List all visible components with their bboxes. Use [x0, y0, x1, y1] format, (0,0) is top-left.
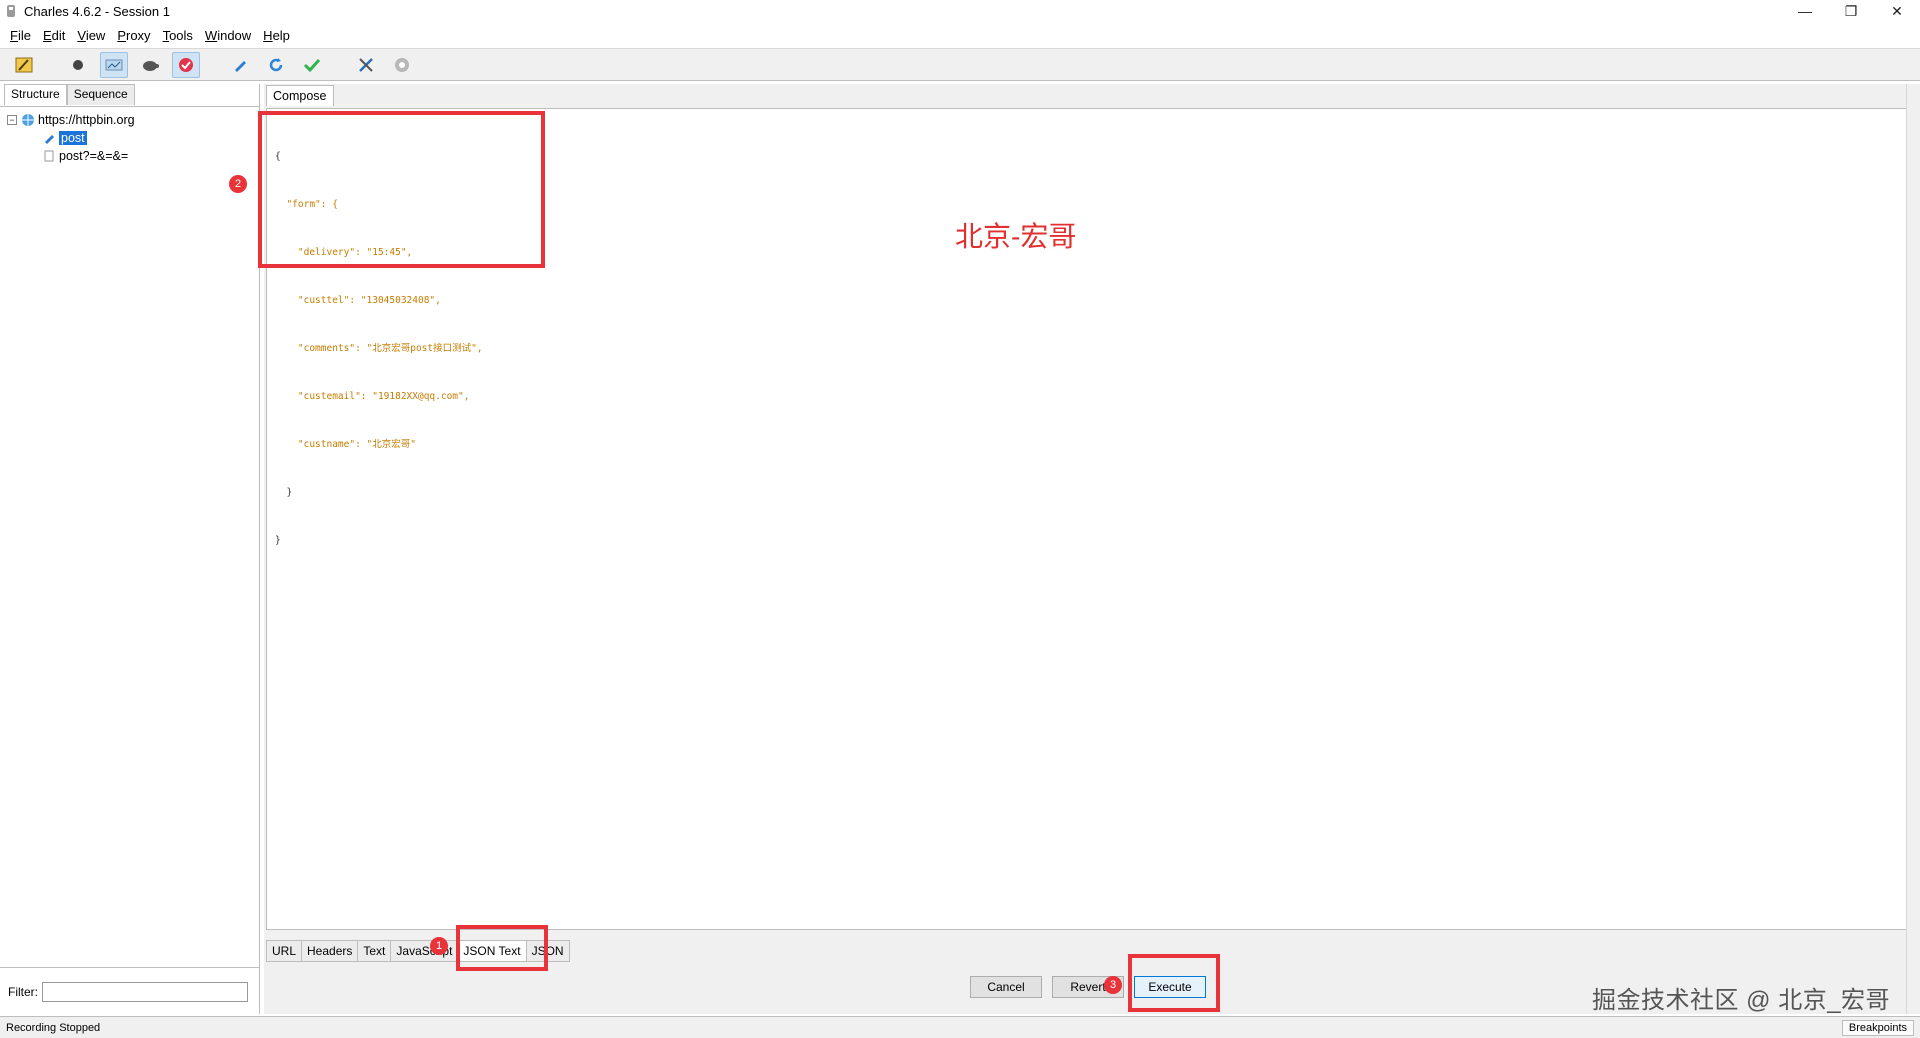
tree-item-post[interactable]: post — [59, 131, 87, 145]
menu-help[interactable]: Help — [257, 28, 296, 43]
tree-item-post-query[interactable]: post?=&=&= — [59, 149, 128, 163]
broom-icon[interactable] — [10, 52, 38, 78]
toolbar — [0, 48, 1920, 81]
refresh-icon[interactable] — [262, 52, 290, 78]
annotation-badge-3: 3 — [1104, 976, 1122, 994]
tab-compose[interactable]: Compose — [266, 85, 334, 106]
annotation-box-json-text-tab — [456, 925, 548, 971]
breakpoints-indicator[interactable]: Breakpoints — [1841, 1019, 1914, 1036]
json-line: } — [275, 535, 281, 546]
tree-row-post[interactable]: post — [0, 129, 259, 147]
json-line: "custname": "北京宏哥" — [275, 439, 416, 450]
breakpoint-icon[interactable] — [172, 51, 200, 78]
charles-app-icon — [4, 4, 18, 18]
json-line: "custtel": "13045032408", — [275, 295, 441, 306]
record-icon[interactable] — [64, 52, 92, 78]
json-line: "comments": "北京宏哥post接口测试", — [275, 343, 483, 354]
recording-status: Recording Stopped — [6, 1021, 101, 1034]
annotation-badge-1: 1 — [430, 937, 448, 955]
structure-tree: − https://httpbin.org post post?=&=&= — [0, 106, 259, 968]
cancel-button[interactable]: Cancel — [970, 976, 1042, 998]
globe-icon — [21, 113, 35, 127]
tab-url[interactable]: URL — [266, 940, 303, 962]
menu-tools[interactable]: Tools — [157, 28, 199, 43]
menu-edit[interactable]: Edit — [37, 28, 71, 43]
close-button[interactable]: ✕ — [1874, 0, 1920, 22]
tree-row-post-query[interactable]: post?=&=&= — [0, 147, 259, 165]
settings-gear-icon[interactable] — [388, 52, 416, 78]
window-title: Charles 4.6.2 - Session 1 — [24, 3, 170, 19]
restore-button[interactable]: ❐ — [1828, 0, 1874, 22]
vertical-scrollbar[interactable] — [1906, 84, 1920, 1014]
minimize-button[interactable]: — — [1782, 0, 1828, 22]
host-label: https://httpbin.org — [38, 113, 135, 127]
menu-window[interactable]: Window — [199, 28, 257, 43]
menu-bar: File Edit View Proxy Tools Window Help — [0, 24, 296, 46]
menu-view[interactable]: View — [71, 28, 111, 43]
annotation-box-json — [258, 111, 545, 268]
tree-row-host[interactable]: − https://httpbin.org — [0, 111, 259, 129]
status-bar: Recording Stopped Breakpoints — [0, 1016, 1920, 1038]
compose-pen-icon — [42, 131, 56, 145]
turtle-icon[interactable] — [136, 52, 164, 78]
tools-icon[interactable] — [352, 52, 380, 78]
title-bar: Charles 4.6.2 - Session 1 — ❐ ✕ — [0, 0, 1920, 22]
filter-label: Filter: — [8, 985, 38, 999]
overlay-author-text: 北京-宏哥 — [955, 221, 1077, 252]
throttle-icon[interactable] — [100, 51, 128, 78]
collapse-icon[interactable]: − — [7, 115, 17, 125]
menu-file[interactable]: File — [4, 28, 37, 43]
structure-panel: Structure Sequence − https://httpbin.org… — [0, 84, 260, 1014]
tab-structure[interactable]: Structure — [4, 84, 67, 105]
tab-javascript[interactable]: JavaScript — [390, 940, 459, 962]
menu-proxy[interactable]: Proxy — [111, 28, 156, 43]
filter-input[interactable] — [42, 982, 248, 1002]
json-line: } — [275, 487, 293, 498]
tab-headers[interactable]: Headers — [301, 940, 359, 962]
compose-pen-icon[interactable] — [226, 52, 254, 78]
json-line: "custemail": "19182XX@qq.com", — [275, 391, 470, 402]
annotation-box-execute — [1128, 954, 1220, 1012]
filter-row: Filter: — [8, 982, 248, 1002]
source-watermark: 掘金技术社区 @ 北京_宏哥 — [1592, 987, 1891, 1014]
tab-text[interactable]: Text — [357, 940, 392, 962]
validate-check-icon[interactable] — [298, 52, 326, 78]
document-icon — [42, 149, 56, 163]
annotation-badge-2: 2 — [229, 175, 247, 193]
tab-sequence[interactable]: Sequence — [66, 84, 135, 105]
